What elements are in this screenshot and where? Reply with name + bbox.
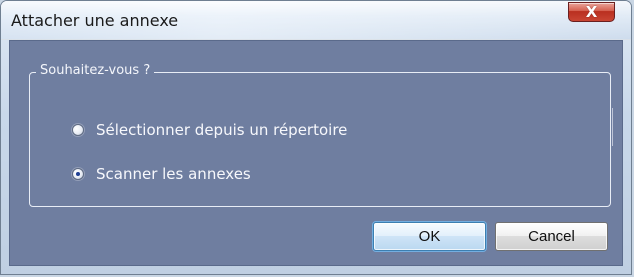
- close-icon: X: [585, 3, 598, 21]
- option-scan-attachments-label: Scanner les annexes: [96, 165, 251, 183]
- group-title: Souhaitez-vous ?: [36, 63, 155, 79]
- ok-button[interactable]: OK: [373, 222, 486, 251]
- radio-scan-attachments[interactable]: [72, 168, 84, 180]
- option-scan-attachments[interactable]: Scanner les annexes: [72, 164, 251, 184]
- close-button[interactable]: X: [568, 2, 615, 22]
- title-bar: Attacher une annexe X: [1, 1, 631, 40]
- option-select-folder-label: Sélectionner depuis un répertoire: [96, 121, 348, 139]
- radio-select-folder[interactable]: [72, 124, 84, 136]
- group-right-edge: [612, 108, 613, 146]
- window-title: Attacher une annexe: [11, 11, 179, 30]
- cancel-button[interactable]: Cancel: [495, 222, 608, 251]
- dialog-window: Attacher une annexe X Souhaitez-vous ? S…: [0, 0, 632, 275]
- option-select-folder[interactable]: Sélectionner depuis un répertoire: [72, 120, 347, 140]
